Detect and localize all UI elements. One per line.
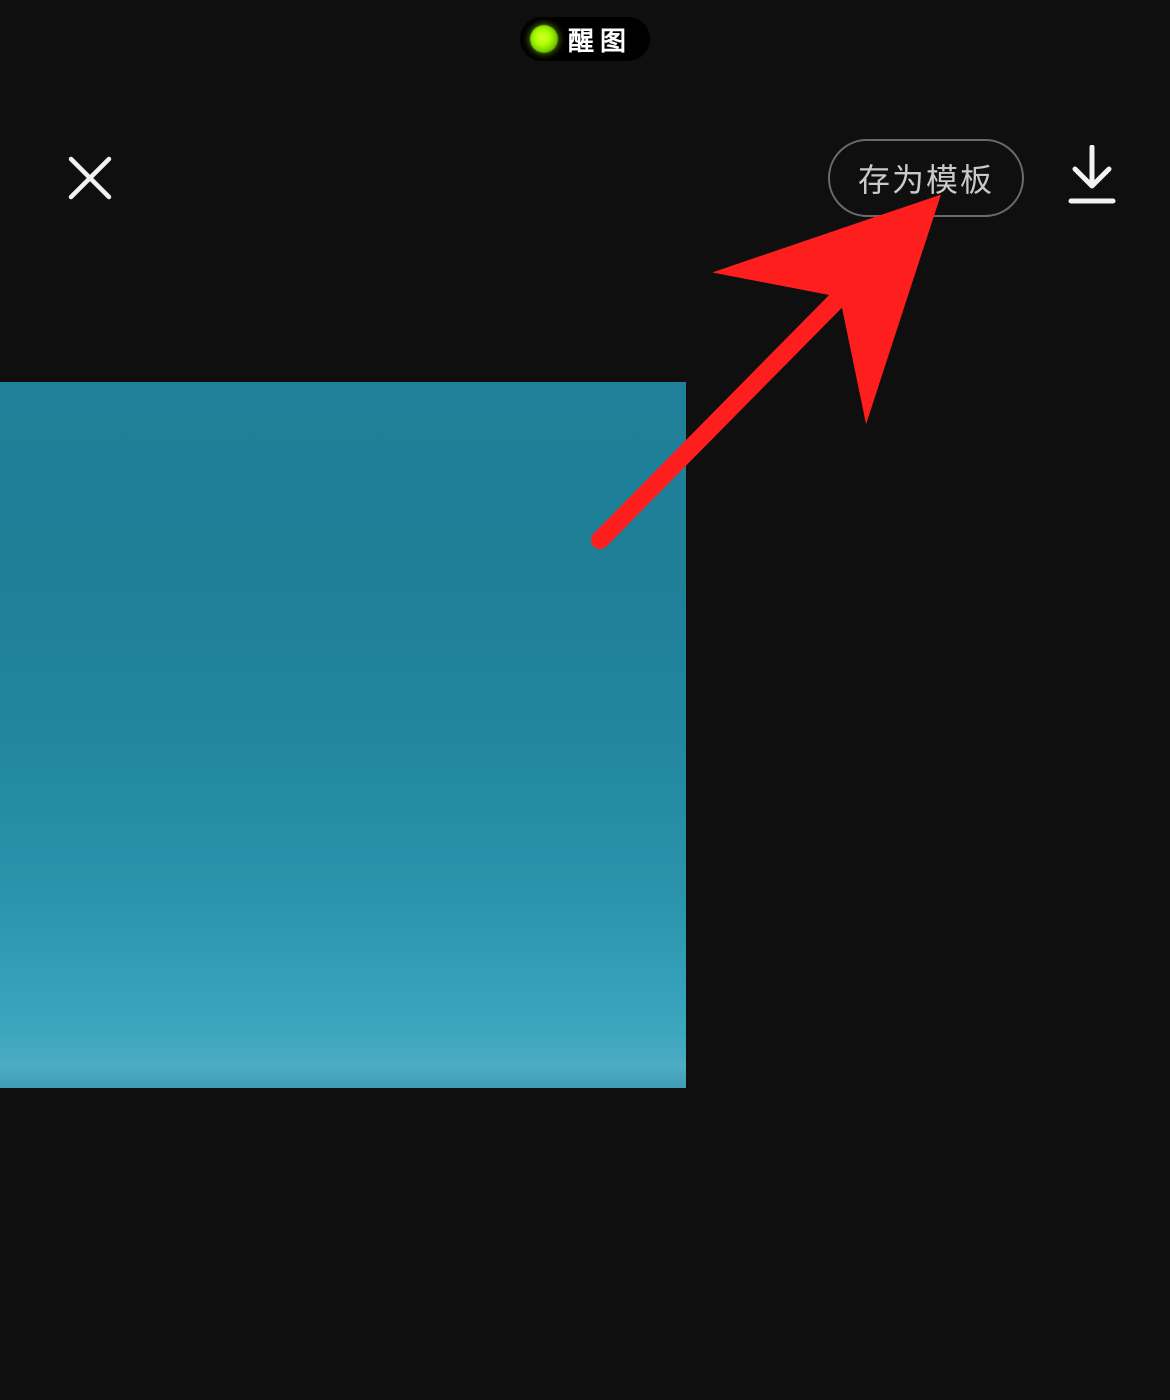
toolbar-right-actions: 存为模板 <box>828 139 1120 217</box>
close-icon <box>67 155 113 201</box>
download-button[interactable] <box>1064 145 1120 211</box>
save-as-template-button[interactable]: 存为模板 <box>828 139 1024 217</box>
brand-name: 醒图 <box>564 21 632 58</box>
editor-toolbar: 存为模板 <box>0 138 1170 218</box>
save-as-template-label: 存为模板 <box>858 162 994 198</box>
close-button[interactable] <box>60 148 120 208</box>
app-brand-pill: 醒图 <box>520 17 650 61</box>
download-icon <box>1067 145 1117 207</box>
editor-canvas[interactable] <box>0 382 686 1088</box>
brand-dot-icon <box>530 25 558 53</box>
